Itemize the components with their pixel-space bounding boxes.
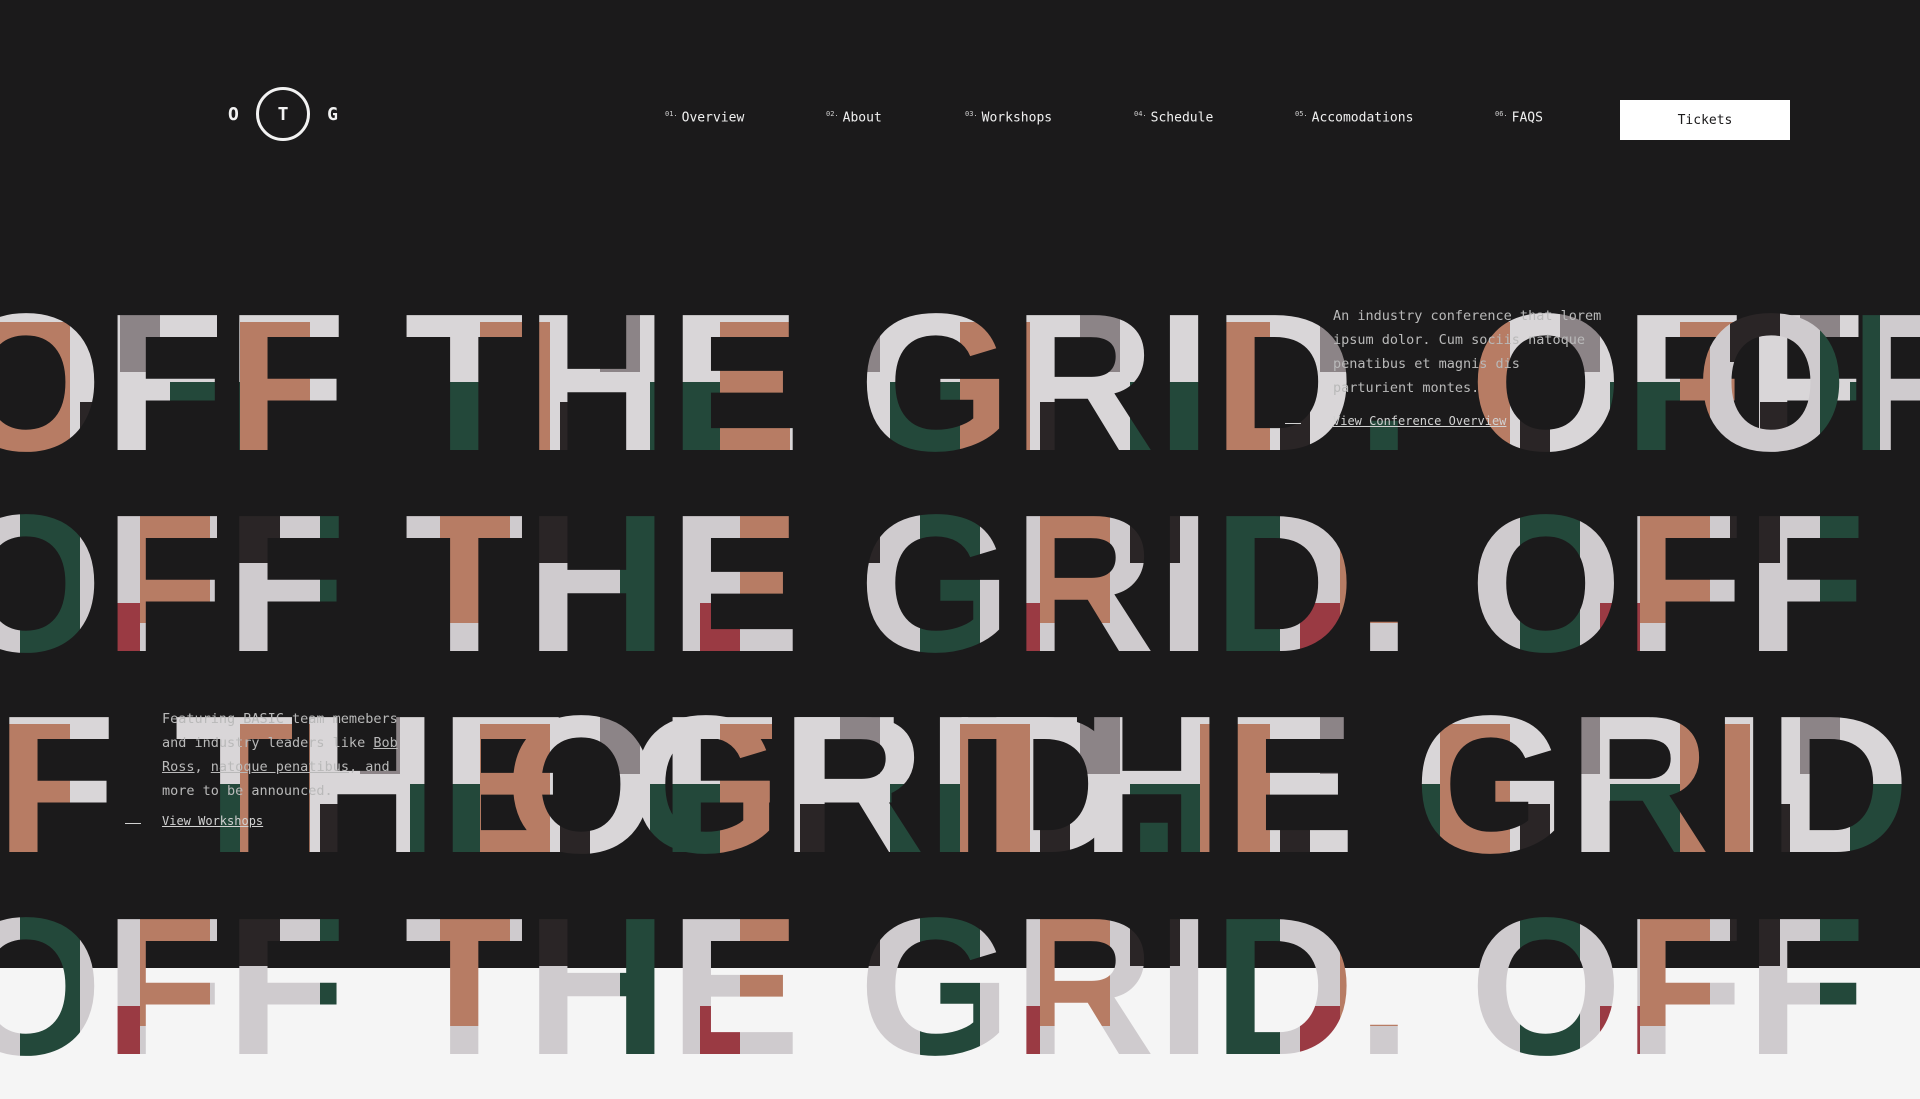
logo-ring: T bbox=[256, 87, 310, 141]
hero-row-2-svg: OFF THE GRID. OFF THE GRID.OFF THE GRID.… bbox=[0, 483, 1920, 655]
logo[interactable]: O T G bbox=[228, 84, 338, 144]
hero-phrase: OFF THE GRID. OFF THE GRID. OFF THE GRID… bbox=[505, 684, 1920, 856]
hero-row-2: OFF THE GRID. OFF THE GRID.OFF THE GRID.… bbox=[0, 483, 1920, 655]
hero-phrase: OFF THE GRID. OFF THE GRID.OFF THE GRID.… bbox=[0, 483, 1920, 655]
view-workshops-link[interactable]: View Workshops bbox=[162, 814, 263, 828]
nav-label: Overview bbox=[681, 110, 745, 126]
logo-letter-t: T bbox=[277, 103, 289, 125]
hero-row-1-svg: OFF THE GRID. OFF THE GRID. OFF THE GRID… bbox=[0, 282, 1920, 454]
overview-link-dash bbox=[1285, 423, 1301, 424]
natoque-penatibus-link[interactable]: natoque penatibus bbox=[211, 759, 349, 775]
workshops-text: Featuring BASIC team memebers and indust… bbox=[162, 707, 412, 803]
hero-phrase: OFF THE GRID. OFF THE GRID. OFF THE GRID… bbox=[0, 886, 1920, 1058]
workshops-text-before: Featuring BASIC team memebers and indust… bbox=[162, 711, 398, 751]
workshops-text-sep: , bbox=[194, 759, 211, 775]
workshops-link-dash bbox=[125, 823, 141, 824]
nav-item-workshops[interactable]: 03. Workshops bbox=[965, 110, 1052, 125]
nav-item-schedule[interactable]: 04. Schedule bbox=[1134, 110, 1213, 125]
nav-label: Schedule bbox=[1150, 110, 1214, 126]
hero-phrase: OFF THE GRID. OFF THE GRID. bbox=[0, 282, 1920, 454]
hero-row-4-svg: OFF THE GRID. OFF THE GRID. OFF THE GRID… bbox=[0, 886, 1920, 1058]
hero-phrase: OFF THE GRID. bbox=[1695, 282, 1920, 454]
nav-label: About bbox=[842, 110, 882, 126]
hero-row-4: OFF THE GRID. OFF THE GRID. OFF THE GRID… bbox=[0, 886, 1920, 1058]
overview-text: An industry conference that lorem ipsum … bbox=[1333, 308, 1602, 396]
nav-item-accomodations[interactable]: 05. Accomodations bbox=[1295, 110, 1413, 125]
nav-item-overview[interactable]: 01. Overview bbox=[665, 110, 744, 125]
nav-number: 03. bbox=[965, 110, 978, 118]
nav-number: 06. bbox=[1495, 110, 1508, 118]
nav-item-faqs[interactable]: 06. FAQS bbox=[1495, 110, 1543, 125]
tickets-button[interactable]: Tickets bbox=[1620, 100, 1790, 140]
nav-number: 02. bbox=[826, 110, 839, 118]
nav-number: 04. bbox=[1134, 110, 1147, 118]
nav-number: 01. bbox=[665, 110, 678, 118]
nav-label: Workshops bbox=[981, 110, 1053, 126]
logo-letter-o: O bbox=[228, 103, 239, 125]
hero-row-1: OFF THE GRID. OFF THE GRID. OFF THE GRID… bbox=[0, 282, 1920, 454]
nav-label: FAQS bbox=[1511, 110, 1543, 126]
nav-number: 05. bbox=[1295, 110, 1308, 118]
logo-letter-g: G bbox=[327, 103, 338, 125]
nav-item-about[interactable]: 02. About bbox=[826, 110, 882, 125]
nav-label: Accomodations bbox=[1311, 110, 1414, 126]
view-conference-overview-link[interactable]: View Conference Overview bbox=[1333, 414, 1506, 428]
